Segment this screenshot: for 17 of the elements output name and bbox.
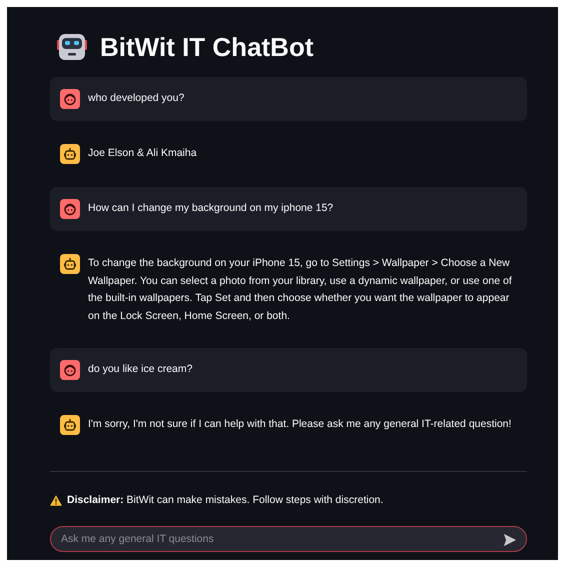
warning-icon xyxy=(50,494,62,506)
bot-avatar-icon xyxy=(60,415,80,435)
app-title: BitWit IT ChatBot xyxy=(100,32,314,62)
message-text: To change the background on your iPhone 15, go to Settings > Wallpaper > Choose a New Wallpaper. You can select a photo from your library, use a dynamic wallpaper, or use one of the built-in wallpapers. Tap Set and then choose whether you want the wallpaper to appear on the Lock Screen, Home Screen, or both. xyxy=(88,256,513,324)
message-text: I'm sorry, I'm not sure if I can help with that. Please ask me any general IT-related question! xyxy=(88,417,512,432)
disclaimer-text: Disclaimer: BitWit can make mistakes. Follow steps with discretion. xyxy=(67,494,384,506)
message-text: Joe Elson & Ali Kmaiha xyxy=(88,146,197,161)
user-avatar-icon xyxy=(60,199,80,219)
chat-input-field[interactable]: Ask me any general IT questions xyxy=(50,526,527,552)
message-text: who developed you? xyxy=(88,91,184,106)
user-avatar-icon xyxy=(60,89,80,109)
message-text: do you like ice cream? xyxy=(88,362,192,377)
message-text: How can I change my background on my iphone 15? xyxy=(88,201,334,216)
bot-avatar-icon xyxy=(60,144,80,164)
robot-icon xyxy=(56,31,88,63)
user-avatar-icon xyxy=(60,360,80,380)
bot-avatar-icon xyxy=(60,254,80,274)
